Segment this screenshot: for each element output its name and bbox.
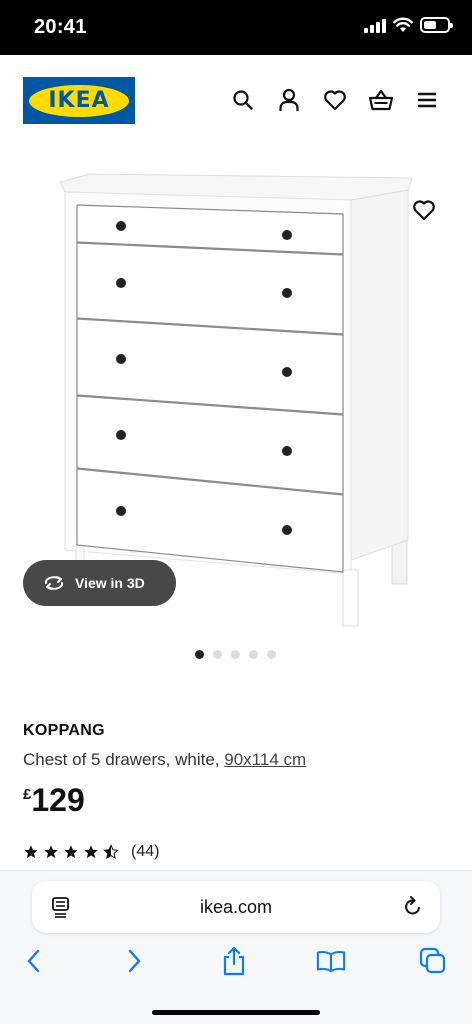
price-currency: £ — [23, 786, 32, 803]
half-star-icon — [103, 844, 119, 860]
carousel-dot[interactable] — [249, 650, 258, 659]
wishlist-heart-icon[interactable] — [410, 196, 438, 224]
browser-toolbar: ikea.com — [0, 870, 472, 1024]
logo-text: IKEA — [48, 88, 110, 113]
battery-icon — [420, 17, 453, 33]
view-in-3d-button[interactable]: View in 3D — [23, 560, 176, 606]
logo-oval: IKEA — [29, 84, 129, 117]
view-in-3d-label: View in 3D — [75, 575, 145, 591]
star-icon — [84, 845, 98, 858]
header-actions — [230, 87, 440, 113]
tabs-icon[interactable] — [418, 945, 448, 977]
product-description: Chest of 5 drawers, white, 90x114 cm — [23, 750, 306, 770]
menu-icon[interactable] — [414, 87, 440, 113]
product-dimensions-link[interactable]: 90x114 cm — [224, 750, 306, 769]
carousel-dot[interactable] — [231, 650, 240, 659]
search-icon[interactable] — [230, 87, 256, 113]
carousel-dot[interactable] — [213, 650, 222, 659]
browser-nav — [0, 945, 472, 985]
star-icon — [64, 845, 78, 858]
star-icon — [44, 845, 58, 858]
wifi-icon — [393, 17, 413, 32]
signal-icon — [364, 17, 386, 33]
rotate-3d-icon — [44, 576, 64, 590]
ikea-logo[interactable]: IKEA — [23, 77, 135, 124]
basket-icon[interactable] — [368, 87, 394, 113]
home-indicator[interactable] — [152, 1010, 320, 1015]
product-rating[interactable]: (44) — [23, 843, 159, 861]
star-icon — [24, 845, 38, 858]
reload-icon[interactable] — [402, 895, 424, 919]
product-description-text: Chest of 5 drawers, white, — [23, 750, 225, 769]
reviews-count: (44) — [131, 843, 160, 860]
product-name: KOPPANG — [23, 722, 105, 739]
back-icon[interactable] — [18, 945, 48, 977]
status-bar: 20:41 — [0, 0, 472, 55]
carousel-dot[interactable] — [267, 650, 276, 659]
share-icon[interactable] — [219, 945, 249, 977]
carousel-dot[interactable] — [195, 650, 204, 659]
heart-icon[interactable] — [322, 87, 348, 113]
status-icons — [364, 17, 453, 33]
bookmarks-icon[interactable] — [316, 945, 346, 977]
url-text: ikea.com — [199, 897, 273, 917]
status-time: 20:41 — [34, 16, 87, 38]
carousel-dots — [195, 650, 276, 659]
site-header: IKEA — [0, 55, 472, 150]
product-gallery[interactable]: View in 3D — [0, 150, 472, 680]
product-price: £ 129 — [23, 782, 85, 819]
address-bar[interactable]: ikea.com — [32, 881, 440, 933]
forward-icon[interactable] — [120, 945, 150, 977]
price-amount: 129 — [31, 782, 85, 818]
account-icon[interactable] — [276, 87, 302, 113]
